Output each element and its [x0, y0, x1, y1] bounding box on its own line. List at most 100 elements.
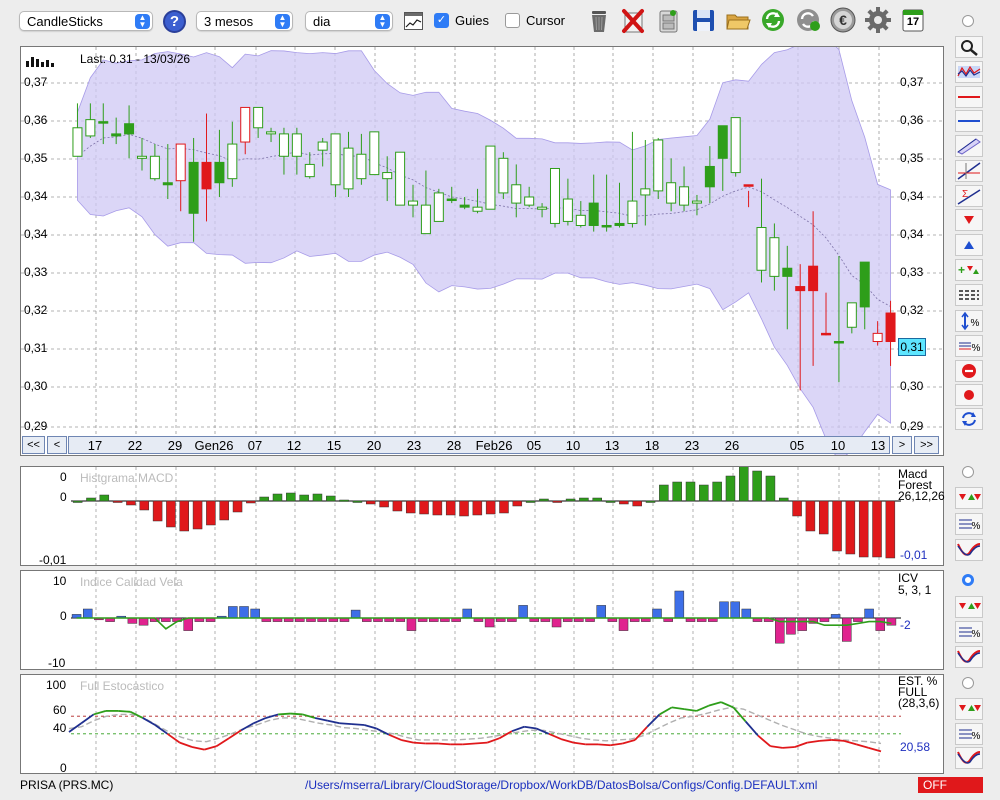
nav-prev-button[interactable]: <: [47, 436, 67, 454]
grid-lines-button[interactable]: [955, 284, 983, 306]
icv-bar: [830, 614, 841, 619]
stoch-d-line: [68, 706, 882, 745]
bollinger-band: [77, 47, 891, 455]
macd-percent-button[interactable]: %: [955, 513, 983, 535]
interval-select[interactable]: dia ▲ ▼: [305, 11, 393, 31]
candle-body: [885, 312, 896, 343]
sync-download-icon[interactable]: [793, 5, 823, 35]
macd-bar: [259, 496, 269, 502]
macd-bar: [246, 500, 256, 504]
stoch-percent-button[interactable]: %: [955, 723, 983, 745]
chart-type-select[interactable]: CandleSticks ▲ ▼: [19, 11, 153, 31]
candle-body: [588, 202, 599, 226]
nav-next-button[interactable]: >: [892, 436, 912, 454]
stoch-radio[interactable]: [962, 677, 974, 689]
icv-arrows-button[interactable]: [955, 596, 983, 618]
percent-compare-icon: %: [959, 342, 981, 354]
trend-lines-button[interactable]: [955, 160, 983, 182]
svg-text:%: %: [972, 343, 981, 354]
chevron-updown-icon: ▲ ▼: [135, 14, 150, 29]
trend-channel-button[interactable]: [955, 135, 983, 157]
nav-first-button[interactable]: <<: [22, 436, 45, 454]
chart-type-value: CandleSticks: [27, 14, 103, 29]
icv-bar: [127, 617, 138, 624]
status-off-button[interactable]: OFF: [918, 777, 983, 793]
period-select[interactable]: 3 mesos ▲ ▼: [196, 11, 293, 31]
macd-curve-button[interactable]: [955, 539, 983, 561]
trend-lines-icon: [957, 162, 981, 180]
sigma-lines-button[interactable]: Σ: [955, 185, 983, 207]
guides-checkbox[interactable]: ✓: [434, 13, 449, 28]
macd-bar: [512, 500, 523, 507]
icv-percent-button[interactable]: %: [955, 621, 983, 643]
calendar-icon[interactable]: 17: [898, 5, 928, 35]
macd-bar: [86, 497, 96, 502]
save-floppy-icon[interactable]: [688, 5, 718, 35]
icv-bar: [350, 609, 361, 619]
icv-bar: [250, 608, 260, 619]
y-tick-right: 0,34: [900, 189, 924, 203]
macd-radio[interactable]: [962, 466, 974, 478]
macd-bar: [685, 481, 696, 502]
horizontal-blue-line-button[interactable]: [955, 110, 983, 132]
macd-panel[interactable]: Histgrama MACD: [20, 466, 944, 566]
icv-panel[interactable]: Indice Calidad Vela: [20, 570, 944, 670]
cursor-checkbox[interactable]: [505, 13, 520, 28]
euro-coin-icon[interactable]: €: [828, 5, 858, 35]
record-button[interactable]: [955, 384, 983, 406]
macd-bar: [206, 500, 216, 526]
file-cabinet-icon[interactable]: [653, 5, 683, 35]
open-folder-icon[interactable]: [723, 5, 753, 35]
candle-body: [769, 237, 780, 277]
stoch-k-segment: [278, 712, 291, 716]
stoch-arrows-button[interactable]: [955, 698, 983, 720]
no-entry-icon: [962, 364, 976, 378]
candle: [395, 151, 406, 206]
delete-x-icon[interactable]: [618, 5, 648, 35]
candle-body: [795, 286, 806, 292]
record-icon: [964, 390, 974, 400]
buy-arrow-button[interactable]: [955, 234, 983, 256]
candles-overlay-button[interactable]: [955, 61, 983, 83]
candle-body: [549, 167, 560, 224]
macd-bar: [552, 500, 563, 503]
sell-arrow-button[interactable]: [955, 209, 983, 231]
stochastic-panel[interactable]: Full Estocastico: [20, 674, 944, 774]
config-path-link[interactable]: /Users/mserra/Library/CloudStorage/Dropb…: [305, 778, 817, 792]
help-button[interactable]: ?: [163, 10, 186, 33]
percent-compare-button[interactable]: %: [955, 335, 983, 357]
macd-bar: [605, 500, 616, 503]
trash-can-icon[interactable]: [583, 5, 613, 35]
stoch-k-segment: [720, 701, 734, 709]
nav-last-button[interactable]: >>: [914, 436, 939, 454]
settings-gear-icon[interactable]: [863, 5, 893, 35]
stoch-curve-button[interactable]: [955, 747, 983, 769]
stoch-ytick-40: 40: [53, 721, 67, 735]
no-entry-button[interactable]: [955, 360, 983, 382]
refresh-icon[interactable]: [758, 5, 788, 35]
stoch-k-segment: [536, 727, 550, 735]
icv-bar: [462, 608, 473, 619]
main-chart-radio[interactable]: [962, 15, 974, 27]
horizontal-red-line-button[interactable]: [955, 86, 983, 108]
macd-arrows-button[interactable]: [955, 487, 983, 509]
candle: [433, 188, 444, 222]
candle-body: [614, 222, 625, 226]
stoch-k-segment: [142, 717, 156, 726]
candle-body: [420, 204, 431, 235]
buy-sell-arrows-button[interactable]: +: [955, 259, 983, 281]
percent-scale-button[interactable]: %: [955, 310, 983, 332]
stoch-k-segment: [831, 739, 845, 742]
icv-curve-button[interactable]: [955, 646, 983, 668]
candle-body: [382, 172, 393, 180]
stoch-k-segment: [339, 722, 353, 726]
refresh-arrows-icon: [962, 412, 976, 426]
zoom-button[interactable]: [955, 36, 983, 58]
candle-body: [821, 332, 832, 336]
refresh-arrows-button[interactable]: [955, 408, 983, 430]
macd-bar: [525, 500, 536, 503]
icv-radio[interactable]: [962, 574, 974, 586]
main-chart-panel[interactable]: Last: 0.31 - 13/03/26: [20, 46, 944, 456]
chart-window-icon[interactable]: [404, 12, 423, 30]
macd-bar: [232, 500, 243, 513]
